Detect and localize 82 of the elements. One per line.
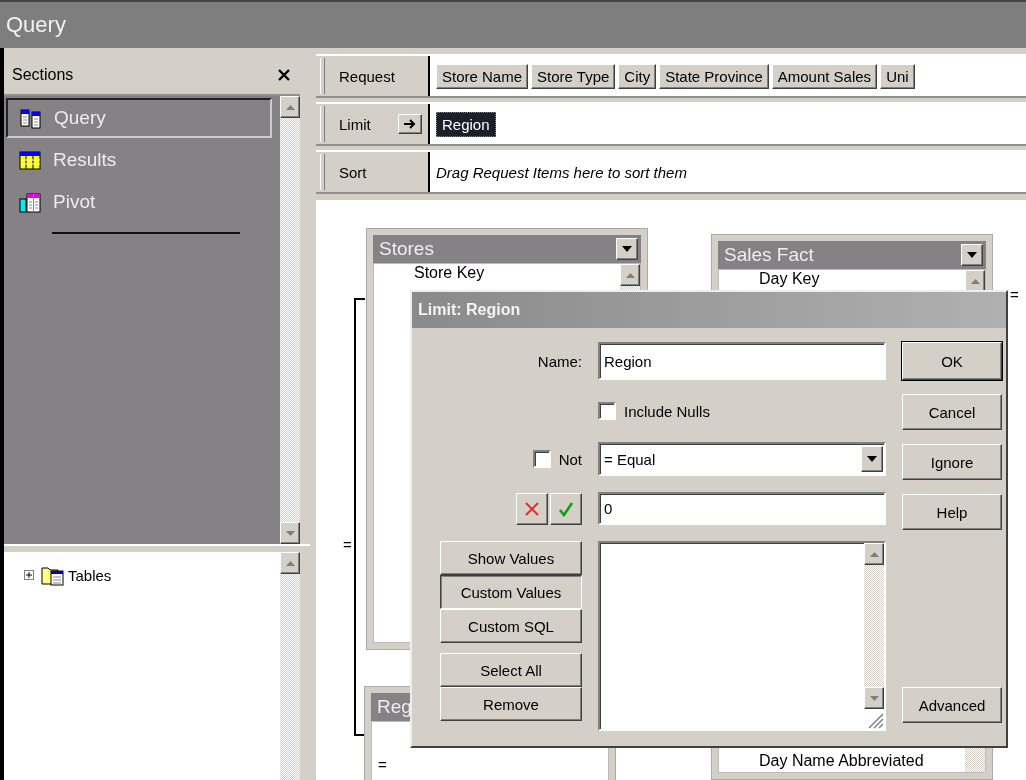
close-button[interactable] bbox=[278, 69, 290, 81]
tree-item-label[interactable]: Tables bbox=[68, 566, 112, 584]
request-item[interactable]: City bbox=[618, 63, 657, 89]
scrollbar[interactable] bbox=[864, 543, 884, 709]
reject-button[interactable] bbox=[516, 492, 548, 525]
up-arrow-icon bbox=[625, 272, 635, 278]
scroll-down-button[interactable] bbox=[864, 687, 884, 709]
query-section-icon bbox=[20, 107, 42, 129]
table-field[interactable]: Day Name Abbreviated bbox=[759, 752, 965, 770]
close-icon bbox=[278, 69, 290, 81]
value-field[interactable]: 0 bbox=[598, 492, 886, 525]
sort-placeholder: Drag Request Items here to sort them bbox=[436, 163, 687, 181]
scroll-up-button[interactable] bbox=[620, 264, 640, 286]
dialog-button[interactable]: Ignore bbox=[902, 444, 1002, 480]
row-label: Limit bbox=[339, 115, 371, 133]
request-item[interactable]: Store Name bbox=[436, 63, 529, 89]
scroll-down-button[interactable] bbox=[280, 522, 300, 544]
up-arrow-icon bbox=[869, 551, 879, 557]
up-arrow-icon bbox=[970, 278, 980, 284]
mode-button[interactable]: Custom SQL bbox=[440, 609, 582, 643]
down-arrow-icon bbox=[867, 456, 877, 462]
plus-icon bbox=[24, 570, 34, 580]
limit-item[interactable]: Region bbox=[436, 111, 496, 137]
pivot-section-icon bbox=[19, 191, 41, 213]
checkbox-label: Include Nulls bbox=[624, 402, 710, 420]
dialog-button[interactable]: Advanced bbox=[902, 687, 1002, 723]
mode-button[interactable]: Show Values bbox=[440, 541, 582, 575]
expand-toggle[interactable] bbox=[24, 570, 34, 580]
up-arrow-icon bbox=[285, 104, 295, 110]
sort-drop-field[interactable]: Drag Request Items here to sort them bbox=[430, 152, 1026, 192]
checkbox[interactable] bbox=[532, 450, 551, 468]
dialog-button[interactable]: Help bbox=[902, 494, 1002, 530]
up-arrow-icon bbox=[285, 560, 295, 566]
name-field[interactable]: Region bbox=[598, 342, 886, 380]
request-item[interactable]: Store Type bbox=[531, 63, 616, 89]
scrollbar[interactable] bbox=[280, 552, 300, 780]
mode-button[interactable]: Custom Values bbox=[440, 575, 582, 609]
down-arrow-icon bbox=[869, 695, 879, 701]
apply-limit-button[interactable] bbox=[398, 114, 422, 134]
panel-title: Sections bbox=[12, 66, 74, 84]
join-operator: = bbox=[343, 536, 352, 553]
scrollbar[interactable] bbox=[280, 96, 300, 544]
table-field[interactable]: Store Key bbox=[414, 264, 620, 282]
row-label: Sort bbox=[339, 163, 367, 181]
table-title: Sales Fact bbox=[724, 244, 814, 266]
dropdown-button[interactable] bbox=[616, 238, 638, 260]
scroll-up-button[interactable] bbox=[280, 96, 300, 118]
list-button[interactable]: Remove bbox=[440, 687, 582, 721]
table-field[interactable]: Day Key bbox=[759, 270, 965, 288]
row-label: Request bbox=[339, 67, 395, 85]
list-button[interactable]: Select All bbox=[440, 653, 582, 687]
dropdown-button[interactable] bbox=[961, 244, 983, 266]
request-drop-field[interactable]: Store Name Store Type City State Province Amount Sales Uni bbox=[430, 56, 1026, 96]
scroll-up-button[interactable] bbox=[864, 543, 884, 565]
request-item[interactable]: Amount Sales bbox=[771, 63, 878, 89]
window-title: Query bbox=[0, 0, 1026, 48]
request-item[interactable]: Uni bbox=[880, 63, 915, 89]
accept-button[interactable] bbox=[550, 492, 582, 525]
join-operator: = bbox=[378, 756, 387, 773]
down-arrow-icon bbox=[285, 530, 295, 536]
operator-dropdown[interactable]: = Equal bbox=[598, 442, 886, 476]
dialog-button[interactable]: OK bbox=[902, 342, 1002, 380]
limit-drop-field[interactable]: Region bbox=[430, 104, 1026, 144]
dialog-button[interactable]: Cancel bbox=[902, 394, 1002, 430]
values-list[interactable] bbox=[598, 541, 886, 731]
scroll-up-button[interactable] bbox=[965, 270, 985, 292]
down-arrow-icon bbox=[622, 246, 632, 252]
results-section-icon bbox=[19, 149, 41, 171]
folder-icon bbox=[41, 564, 65, 586]
checkbox[interactable] bbox=[598, 402, 616, 420]
check-icon bbox=[558, 500, 574, 517]
join-operator: = bbox=[1010, 286, 1019, 303]
scroll-up-button[interactable] bbox=[280, 552, 300, 574]
arrow-right-icon bbox=[404, 119, 416, 129]
dropdown-value: = Equal bbox=[604, 450, 656, 468]
request-item[interactable]: State Province bbox=[659, 63, 769, 89]
field-label: Name: bbox=[537, 352, 582, 370]
dialog-title: Limit: Region bbox=[412, 292, 1006, 328]
down-arrow-icon bbox=[967, 252, 977, 258]
checkbox-label: Not bbox=[558, 450, 582, 468]
x-icon bbox=[524, 500, 540, 517]
table-title: Stores bbox=[379, 238, 434, 260]
